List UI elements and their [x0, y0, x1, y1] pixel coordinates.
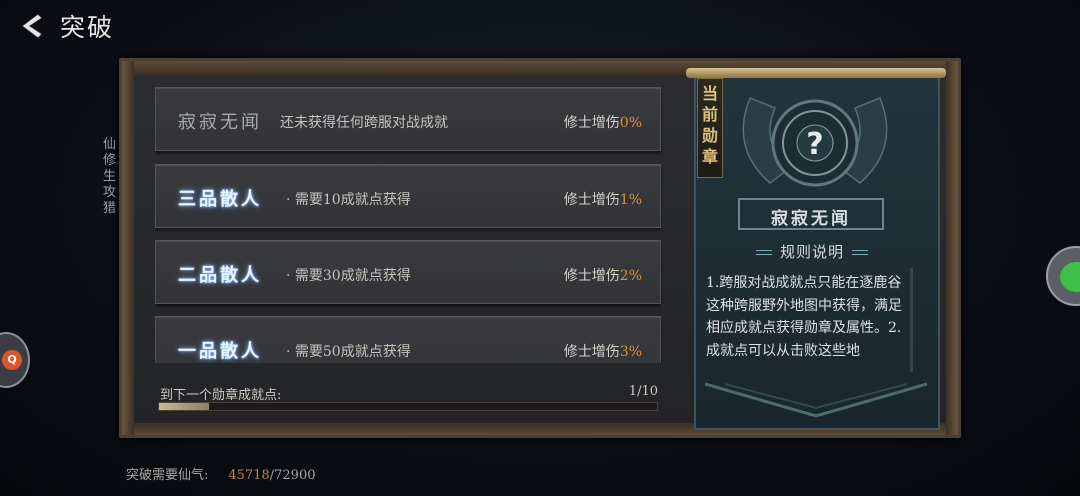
- bonus-label: 修士增伤: [563, 192, 620, 208]
- bonus-label: 修士增伤: [563, 268, 620, 284]
- chat-bubble-icon: [1060, 262, 1080, 292]
- panel-frame-left: [122, 61, 134, 435]
- progress-bar-fill: [159, 403, 209, 410]
- rank-name: 三品散人: [178, 189, 262, 210]
- rules-text[interactable]: 1.跨服对战成就点只能在逐鹿谷这种跨服野外地图中获得，满足相应成就点获得勋章及属…: [706, 272, 906, 372]
- progress-bar: [158, 402, 658, 411]
- rank-requirement: · 需要50成就点获得: [286, 344, 411, 360]
- rules-heading: 规则说明: [756, 241, 868, 263]
- rank-row[interactable]: 二品散人 · 需要30成就点获得 修士增伤2%: [155, 240, 661, 304]
- panel-frame-right: [946, 61, 958, 435]
- bonus-label: 修士增伤: [563, 115, 620, 131]
- progress-label: 到下一个勋章成就点:: [160, 388, 282, 403]
- rank-bonus: 修士增伤2%: [564, 265, 642, 285]
- question-mark-icon: ?: [806, 127, 823, 162]
- current-energy: 45718: [228, 468, 270, 483]
- breakthrough-requirement: 突破需要仙气: 45718/72900: [126, 464, 316, 483]
- page-title: 突破: [60, 13, 115, 42]
- rank-name: 寂寂无闻: [178, 112, 262, 133]
- rank-bonus: 修士增伤3%: [564, 341, 642, 361]
- rank-row[interactable]: 一品散人 · 需要50成就点获得 修士增伤3%: [155, 316, 661, 363]
- rank-name: 一品散人: [178, 341, 262, 362]
- rules-scrollbar[interactable]: [910, 268, 913, 372]
- svg-text:?: ?: [806, 127, 823, 162]
- achievement-progress: 到下一个勋章成就点: 1/10: [152, 380, 664, 420]
- floating-chat-button[interactable]: [1046, 246, 1080, 306]
- current-medal-tag: 当前勋章: [697, 78, 723, 178]
- rank-row[interactable]: 三品散人 · 需要10成就点获得 修士增伤1%: [155, 164, 661, 228]
- requirement-label: 突破需要仙气:: [126, 468, 209, 483]
- bonus-percent: 3%: [619, 344, 642, 360]
- rank-row[interactable]: 寂寂无闻 还未获得任何跨服对战成就 修士增伤0%: [155, 87, 661, 151]
- assistant-icon: Q: [2, 350, 22, 370]
- medal-name-plate: 寂寂无闻: [738, 198, 884, 230]
- rank-requirement: · 需要30成就点获得: [286, 268, 411, 284]
- rank-requirement: · 需要10成就点获得: [286, 192, 411, 208]
- chevron-left-icon: [21, 13, 43, 39]
- medal-panel-bottom-ornament: [705, 382, 927, 418]
- back-button[interactable]: [16, 10, 46, 42]
- floating-assistant-button[interactable]: Q: [0, 332, 30, 388]
- rank-requirement: 还未获得任何跨服对战成就: [280, 115, 448, 131]
- rules-deco-right: [852, 250, 868, 255]
- rules-deco-left: [756, 250, 772, 255]
- bonus-percent: 0%: [619, 115, 642, 131]
- rank-list[interactable]: 寂寂无闻 还未获得任何跨服对战成就 修士增伤0% 三品散人 · 需要10成就点获…: [155, 87, 663, 363]
- scroll-rod: [686, 68, 946, 78]
- rank-name: 二品散人: [178, 265, 262, 286]
- medal-emblem: ?: [742, 97, 888, 187]
- required-energy: /72900: [269, 468, 316, 483]
- progress-count: 1/10: [628, 384, 658, 399]
- rank-bonus: 修士增伤0%: [564, 112, 642, 132]
- bonus-label: 修士增伤: [563, 344, 620, 360]
- top-bar: 突破: [0, 0, 1080, 52]
- rank-bonus: 修士增伤1%: [564, 189, 642, 209]
- medal-name: 寂寂无闻: [771, 209, 851, 229]
- rules-title: 规则说明: [779, 243, 844, 261]
- bonus-percent: 1%: [619, 192, 642, 208]
- bonus-percent: 2%: [619, 268, 642, 284]
